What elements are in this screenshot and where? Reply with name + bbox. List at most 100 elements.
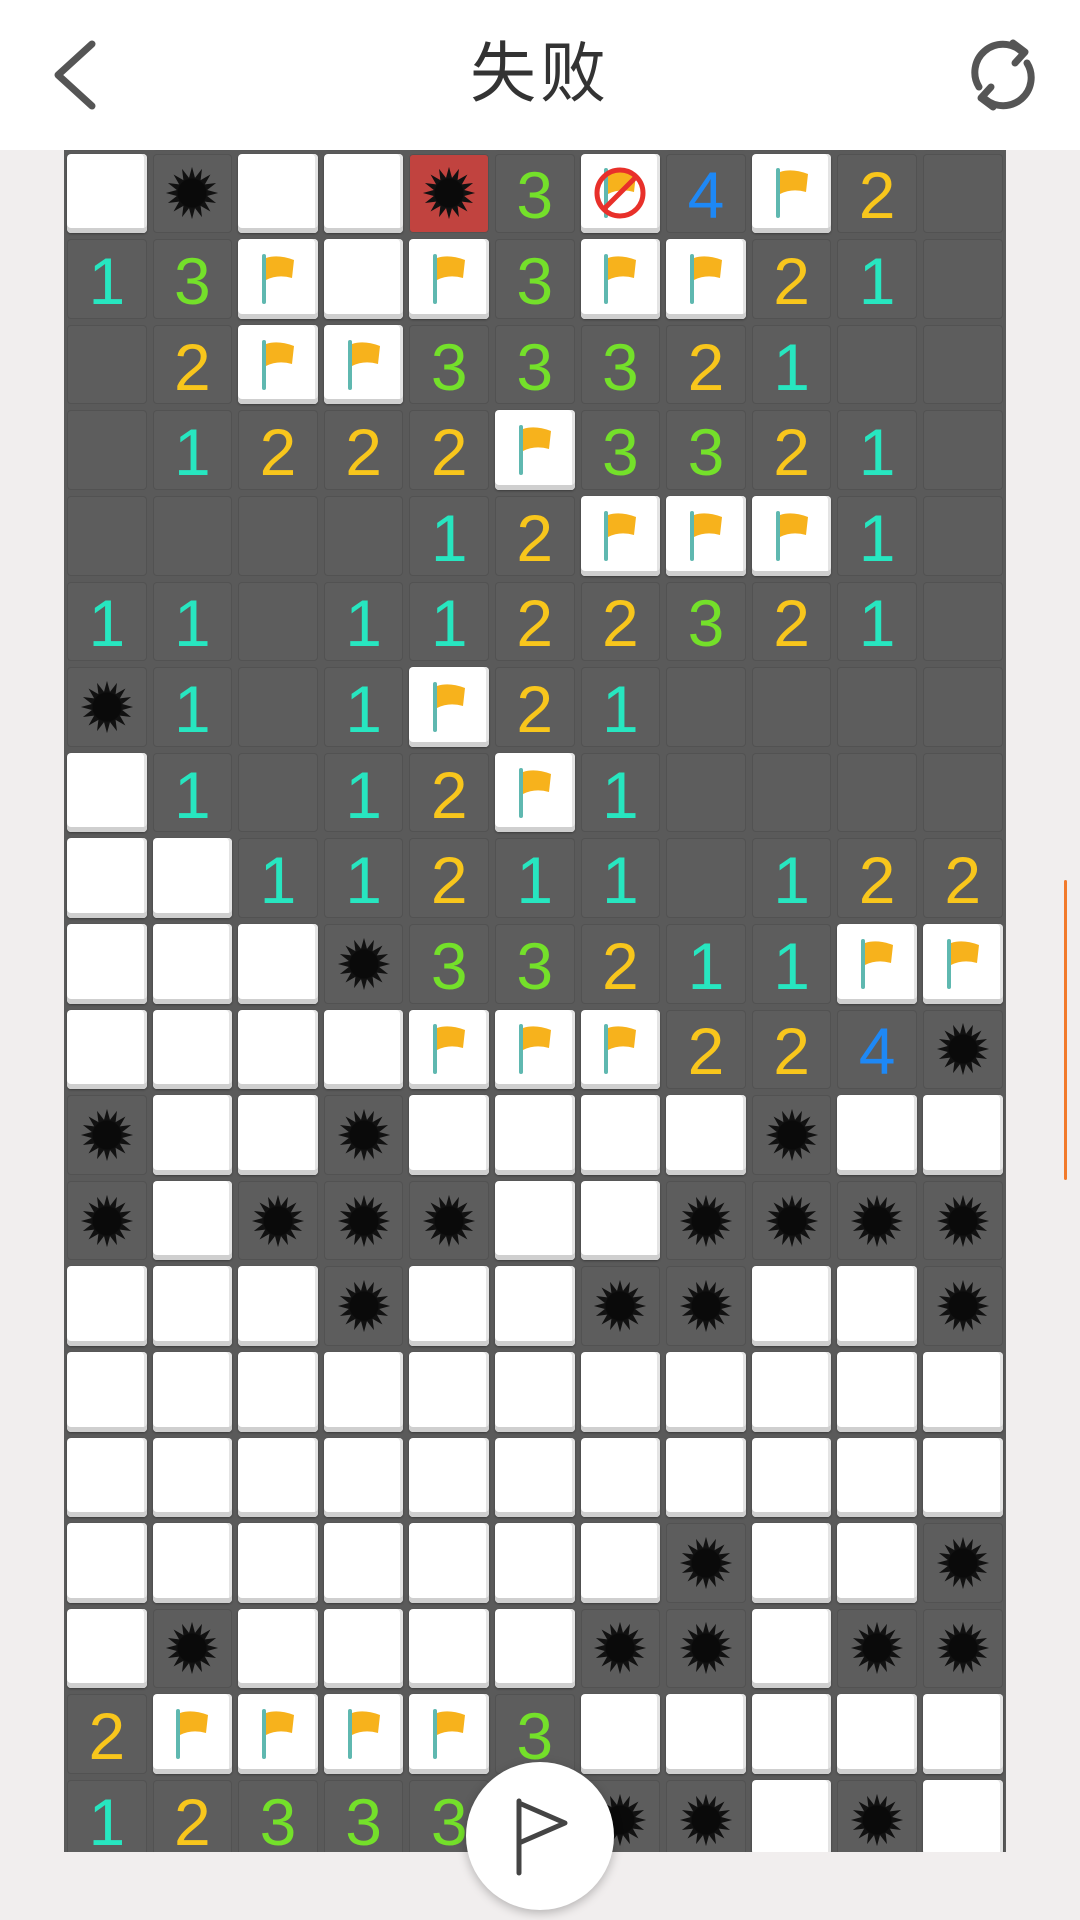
number-cell[interactable]: 2 bbox=[751, 581, 832, 662]
number-cell[interactable]: 1 bbox=[494, 838, 575, 918]
number-cell[interactable]: 1 bbox=[837, 581, 917, 662]
covered-cell[interactable] bbox=[409, 1608, 489, 1689]
mine-cell[interactable] bbox=[751, 1180, 832, 1261]
covered-cell[interactable] bbox=[409, 1523, 489, 1603]
empty-cell[interactable] bbox=[837, 324, 917, 405]
mine-cell[interactable] bbox=[580, 1608, 661, 1689]
flagged-cell[interactable] bbox=[922, 923, 1003, 1004]
covered-cell[interactable] bbox=[67, 1437, 147, 1518]
covered-cell[interactable] bbox=[323, 1523, 404, 1603]
covered-cell[interactable] bbox=[922, 1351, 1003, 1432]
number-cell[interactable]: 1 bbox=[666, 923, 746, 1004]
covered-cell[interactable] bbox=[67, 1351, 147, 1432]
flagged-cell[interactable] bbox=[494, 410, 575, 490]
mine-cell[interactable] bbox=[666, 1608, 746, 1689]
number-cell[interactable]: 2 bbox=[751, 1009, 832, 1090]
covered-cell[interactable] bbox=[494, 1523, 575, 1603]
covered-cell[interactable] bbox=[494, 1437, 575, 1518]
number-cell[interactable]: 1 bbox=[323, 667, 404, 747]
number-cell[interactable]: 2 bbox=[409, 838, 489, 918]
flagged-cell[interactable] bbox=[238, 1694, 318, 1774]
covered-cell[interactable] bbox=[67, 1523, 147, 1603]
number-cell[interactable]: 1 bbox=[67, 239, 147, 319]
flag-mode-button[interactable] bbox=[466, 1762, 614, 1910]
empty-cell[interactable] bbox=[666, 752, 746, 833]
empty-cell[interactable] bbox=[837, 752, 917, 833]
covered-cell[interactable] bbox=[922, 1694, 1003, 1774]
number-cell[interactable]: 2 bbox=[922, 838, 1003, 918]
flagged-cell[interactable] bbox=[238, 239, 318, 319]
covered-cell[interactable] bbox=[323, 1608, 404, 1689]
number-cell[interactable]: 2 bbox=[751, 239, 832, 319]
number-cell[interactable]: 3 bbox=[494, 153, 575, 234]
empty-cell[interactable] bbox=[922, 667, 1003, 747]
flagged-cell[interactable] bbox=[837, 923, 917, 1004]
covered-cell[interactable] bbox=[152, 1437, 233, 1518]
number-cell[interactable]: 1 bbox=[580, 838, 661, 918]
mine-cell[interactable] bbox=[67, 1180, 147, 1261]
covered-cell[interactable] bbox=[152, 1266, 233, 1346]
covered-cell[interactable] bbox=[837, 1351, 917, 1432]
covered-cell[interactable] bbox=[238, 1608, 318, 1689]
number-cell[interactable]: 1 bbox=[580, 667, 661, 747]
covered-cell[interactable] bbox=[837, 1523, 917, 1603]
covered-cell[interactable] bbox=[67, 838, 147, 918]
covered-cell[interactable] bbox=[666, 1437, 746, 1518]
number-cell[interactable]: 2 bbox=[494, 495, 575, 576]
number-cell[interactable]: 3 bbox=[494, 324, 575, 405]
mine-cell[interactable] bbox=[152, 153, 233, 234]
flagged-cell[interactable] bbox=[323, 324, 404, 405]
covered-cell[interactable] bbox=[152, 1009, 233, 1090]
covered-cell[interactable] bbox=[67, 923, 147, 1004]
number-cell[interactable]: 3 bbox=[666, 581, 746, 662]
empty-cell[interactable] bbox=[238, 495, 318, 576]
number-cell[interactable]: 1 bbox=[837, 239, 917, 319]
covered-cell[interactable] bbox=[67, 153, 147, 234]
number-cell[interactable]: 1 bbox=[323, 581, 404, 662]
number-cell[interactable]: 3 bbox=[409, 324, 489, 405]
covered-cell[interactable] bbox=[238, 153, 318, 234]
number-cell[interactable]: 2 bbox=[494, 581, 575, 662]
empty-cell[interactable] bbox=[238, 581, 318, 662]
mine-cell[interactable] bbox=[837, 1608, 917, 1689]
empty-cell[interactable] bbox=[67, 495, 147, 576]
mine-cell[interactable] bbox=[666, 1266, 746, 1346]
number-cell[interactable]: 2 bbox=[323, 410, 404, 490]
empty-cell[interactable] bbox=[922, 410, 1003, 490]
flagged-cell[interactable] bbox=[494, 1009, 575, 1090]
covered-cell[interactable] bbox=[751, 1437, 832, 1518]
scroll-indicator[interactable] bbox=[1064, 880, 1067, 1180]
mine-cell[interactable] bbox=[580, 1266, 661, 1346]
covered-cell[interactable] bbox=[751, 1694, 832, 1774]
empty-cell[interactable] bbox=[666, 667, 746, 747]
covered-cell[interactable] bbox=[494, 1608, 575, 1689]
covered-cell[interactable] bbox=[67, 1009, 147, 1090]
number-cell[interactable]: 1 bbox=[152, 667, 233, 747]
number-cell[interactable]: 3 bbox=[238, 1779, 318, 1852]
mine-cell[interactable] bbox=[666, 1523, 746, 1603]
number-cell[interactable]: 1 bbox=[67, 1779, 147, 1852]
mine-cell[interactable] bbox=[409, 1180, 489, 1261]
covered-cell[interactable] bbox=[580, 1095, 661, 1175]
flagged-cell[interactable] bbox=[409, 1694, 489, 1774]
number-cell[interactable]: 2 bbox=[666, 324, 746, 405]
covered-cell[interactable] bbox=[152, 1523, 233, 1603]
flagged-cell[interactable] bbox=[580, 1009, 661, 1090]
flagged-cell[interactable] bbox=[323, 1694, 404, 1774]
covered-cell[interactable] bbox=[580, 1180, 661, 1261]
number-cell[interactable]: 1 bbox=[751, 324, 832, 405]
empty-cell[interactable] bbox=[323, 495, 404, 576]
mine-cell[interactable] bbox=[238, 1180, 318, 1261]
flagged-cell[interactable] bbox=[666, 239, 746, 319]
flagged-cell[interactable] bbox=[580, 239, 661, 319]
number-cell[interactable]: 1 bbox=[751, 838, 832, 918]
restart-button[interactable] bbox=[960, 32, 1046, 118]
mine-cell[interactable] bbox=[837, 1180, 917, 1261]
covered-cell[interactable] bbox=[67, 752, 147, 833]
covered-cell[interactable] bbox=[238, 1266, 318, 1346]
wrong-flag-cell[interactable] bbox=[580, 153, 661, 234]
number-cell[interactable]: 1 bbox=[67, 581, 147, 662]
covered-cell[interactable] bbox=[494, 1180, 575, 1261]
covered-cell[interactable] bbox=[152, 838, 233, 918]
number-cell[interactable]: 1 bbox=[323, 752, 404, 833]
